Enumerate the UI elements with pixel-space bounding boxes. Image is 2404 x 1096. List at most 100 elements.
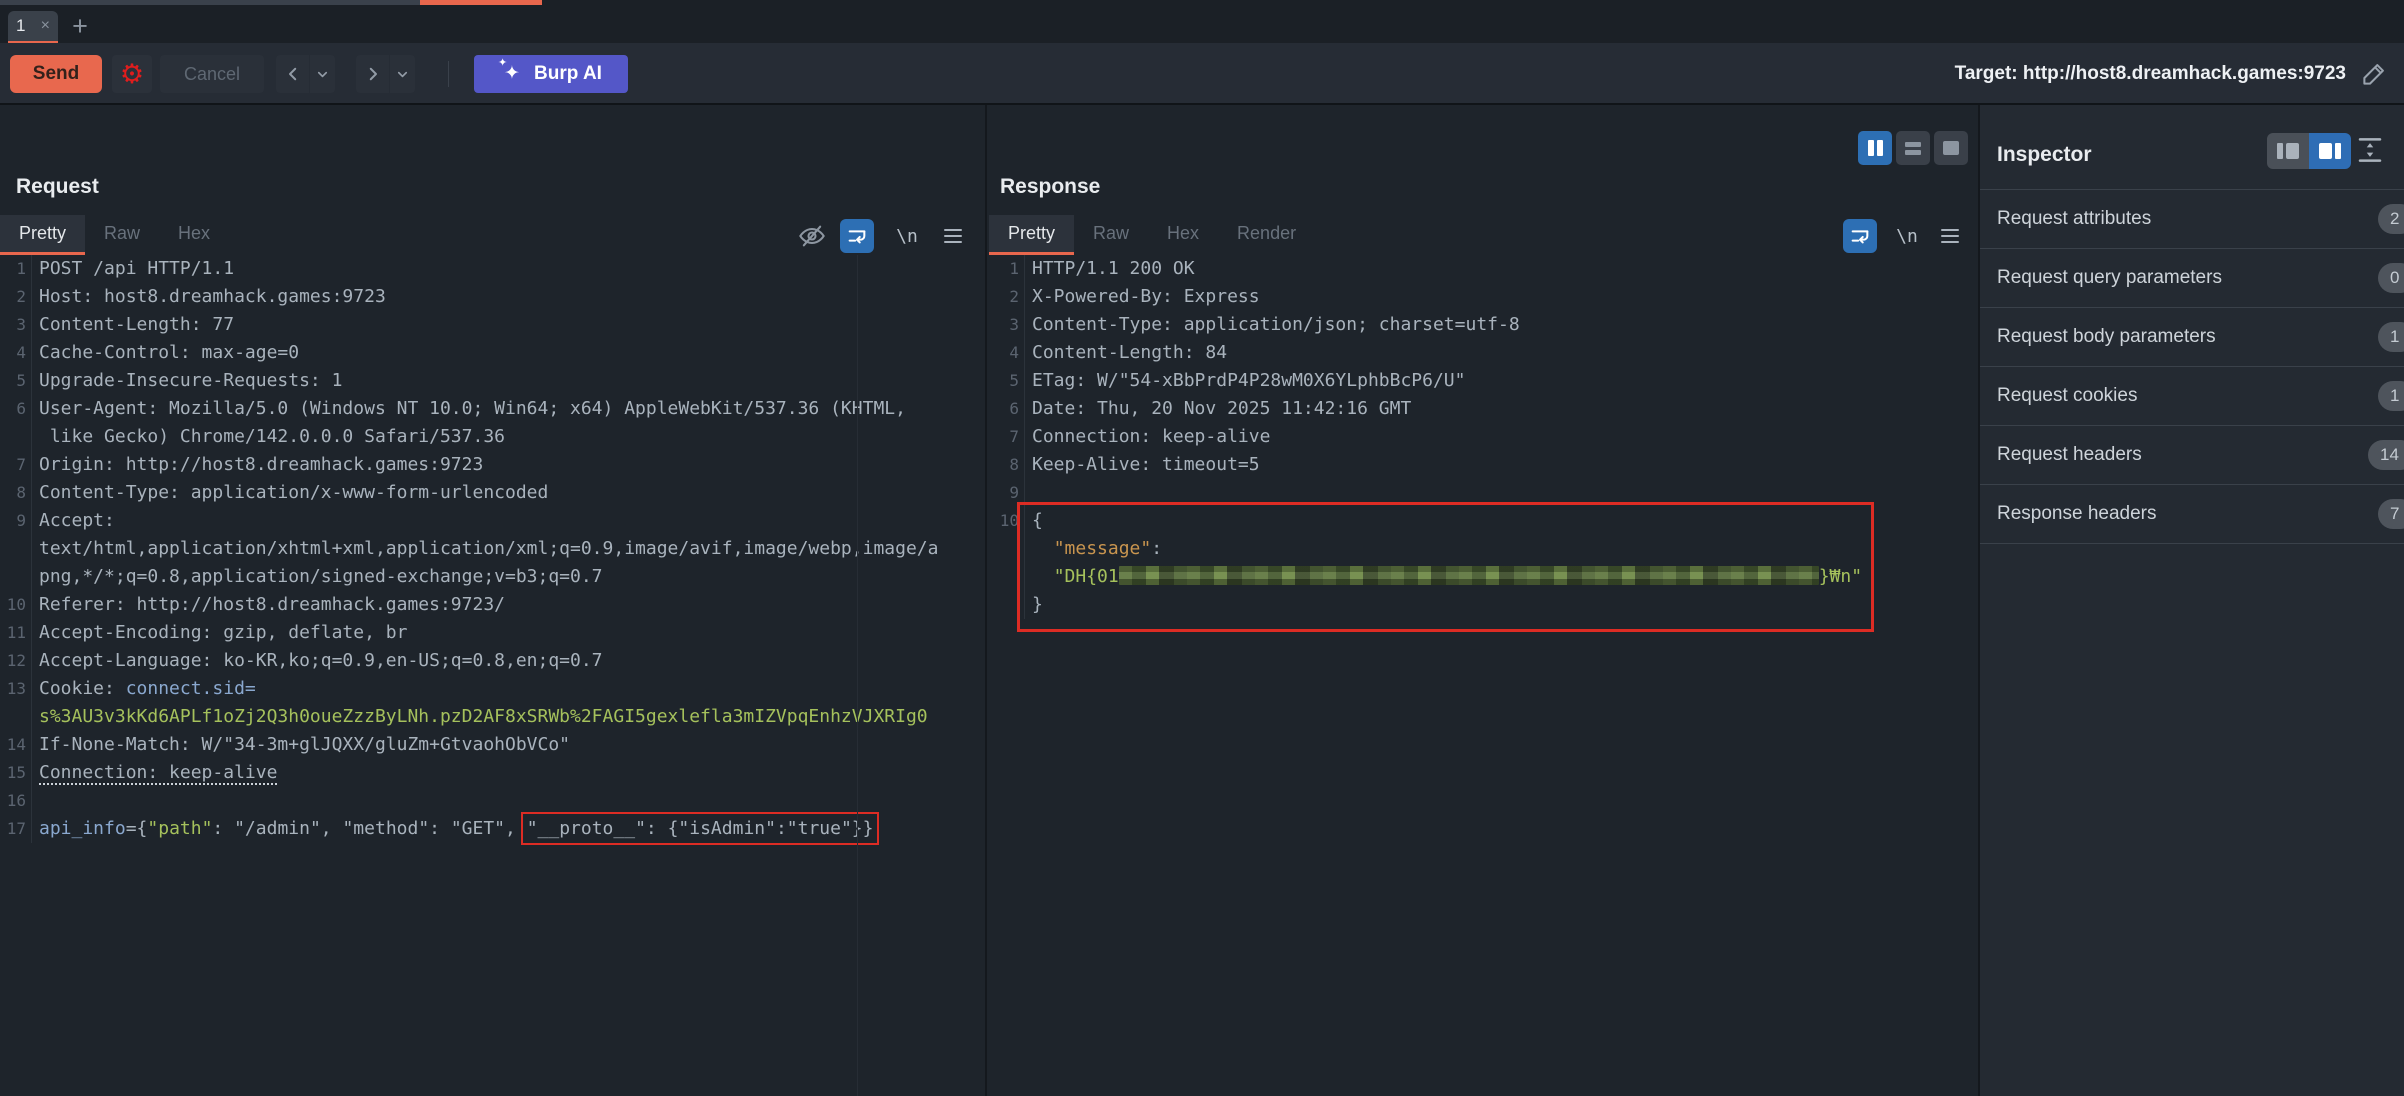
hamburger-menu-icon xyxy=(941,224,965,248)
line-number: 2 xyxy=(0,283,32,311)
tab-raw[interactable]: Raw xyxy=(1074,215,1148,255)
code-line[interactable]: 15Connection: keep-alive xyxy=(0,759,985,787)
response-editor[interactable]: 1HTTP/1.1 200 OK2X-Powered-By: Express3C… xyxy=(987,255,1978,1096)
code-line[interactable]: 6Date: Thu, 20 Nov 2025 11:42:16 GMT xyxy=(987,395,1978,423)
tab-render[interactable]: Render xyxy=(1218,215,1315,255)
code-line[interactable]: 3Content-Length: 77 xyxy=(0,311,985,339)
code-line[interactable]: 8Keep-Alive: timeout=5 xyxy=(987,451,1978,479)
code-segment: png,*/*;q=0.8,application/signed-exchang… xyxy=(39,566,603,587)
code-line[interactable]: 6User-Agent: Mozilla/5.0 (Windows NT 10.… xyxy=(0,395,985,423)
inspector-item-request-attributes[interactable]: Request attributes2 xyxy=(1980,189,2404,248)
code-line[interactable]: text/html,application/xhtml+xml,applicat… xyxy=(0,535,985,563)
code-line[interactable]: 5Upgrade-Insecure-Requests: 1 xyxy=(0,367,985,395)
inspector-item-request-query-parameters[interactable]: Request query parameters0 xyxy=(1980,248,2404,307)
line-text: "DH{01}₩n" xyxy=(1025,563,1862,591)
new-tab-button[interactable]: + xyxy=(64,11,96,41)
history-forward-button[interactable] xyxy=(356,55,389,93)
edit-target-pencil-icon[interactable] xyxy=(2361,60,2388,92)
burp-ai-label: Burp AI xyxy=(534,63,602,85)
inspector-item-request-headers[interactable]: Request headers14 xyxy=(1980,425,2404,484)
inspector-item-request-body-parameters[interactable]: Request body parameters1 xyxy=(1980,307,2404,366)
burp-ai-button[interactable]: ✦✦ Burp AI xyxy=(474,55,628,93)
line-text: api_info={"path": "/admin", "method": "G… xyxy=(32,815,873,843)
code-line[interactable]: 10{ xyxy=(987,507,1978,535)
code-line[interactable]: 8Content-Type: application/x-www-form-ur… xyxy=(0,479,985,507)
inspector-item-response-headers[interactable]: Response headers7 xyxy=(1980,484,2404,543)
code-line[interactable]: 3Content-Type: application/json; charset… xyxy=(987,311,1978,339)
show-newlines-toggle[interactable]: \n xyxy=(1890,219,1924,253)
code-segment: "path" xyxy=(147,818,212,839)
history-back-dropdown[interactable] xyxy=(310,55,335,93)
hide-request-eye-slash-icon[interactable] xyxy=(795,219,829,253)
code-segment: "message" xyxy=(1054,538,1152,559)
code-line[interactable]: 2X-Powered-By: Express xyxy=(987,283,1978,311)
tab-raw[interactable]: Raw xyxy=(85,215,159,255)
inspector-item-request-cookies[interactable]: Request cookies1 xyxy=(1980,366,2404,425)
request-editor[interactable]: 1POST /api HTTP/1.12Host: host8.dreamhac… xyxy=(0,255,985,1096)
repeater-tab-1[interactable]: 1 × xyxy=(8,11,58,44)
code-line[interactable]: 10Referer: http://host8.dreamhack.games:… xyxy=(0,591,985,619)
code-line[interactable]: 7Origin: http://host8.dreamhack.games:97… xyxy=(0,451,985,479)
code-line[interactable]: s%3AU3v3kKd6APLf1oZj2Q3h0oueZzzByLNh.pzD… xyxy=(0,703,985,731)
collapse-all-button[interactable] xyxy=(2355,135,2385,170)
inspector-docked-view-button[interactable] xyxy=(2309,133,2351,169)
settings-gear-button[interactable]: ⚙ xyxy=(112,55,152,93)
code-line[interactable]: 16 xyxy=(0,787,985,815)
code-segment xyxy=(1032,538,1054,559)
proto-pollution-highlight: "__proto__": {"isAdmin":"true"}} xyxy=(527,818,874,839)
code-line[interactable]: like Gecko) Chrome/142.0.0.0 Safari/537.… xyxy=(0,423,985,451)
line-number: 6 xyxy=(987,395,1025,423)
code-line[interactable]: 7Connection: keep-alive xyxy=(987,423,1978,451)
code-line[interactable]: 2Host: host8.dreamhack.games:9723 xyxy=(0,283,985,311)
code-line[interactable]: png,*/*;q=0.8,application/signed-exchang… xyxy=(0,563,985,591)
code-segment: connect.sid= xyxy=(126,678,256,699)
response-panel: Response PrettyRawHexRender \n 1HTTP/1.1… xyxy=(987,105,1978,1096)
code-segment: : xyxy=(1151,538,1162,559)
response-menu-button[interactable] xyxy=(1933,219,1967,253)
history-back-button[interactable] xyxy=(276,55,309,93)
code-segment: s%3AU3v3kKd6APLf1oZj2Q3h0oueZzzByLNh.pzD… xyxy=(39,706,928,727)
tab-hex[interactable]: Hex xyxy=(159,215,229,255)
code-line[interactable]: 9 xyxy=(987,479,1978,507)
cancel-button[interactable]: Cancel xyxy=(160,55,264,93)
line-text: Accept: xyxy=(32,507,126,535)
inspector-view-toggle xyxy=(2267,133,2351,169)
code-line[interactable]: 9Accept: xyxy=(0,507,985,535)
show-newlines-toggle[interactable]: \n xyxy=(890,219,924,253)
history-forward-dropdown[interactable] xyxy=(390,55,415,93)
code-line[interactable]: 4Content-Length: 84 xyxy=(987,339,1978,367)
code-segment: If-None-Match: W/"34-3m+glJQXX/gluZm+Gtv… xyxy=(39,734,570,755)
code-line[interactable]: "DH{01}₩n" xyxy=(987,563,1978,591)
inspector-pinned-view-button[interactable] xyxy=(2267,133,2309,169)
tab-pretty[interactable]: Pretty xyxy=(0,215,85,255)
line-text: like Gecko) Chrome/142.0.0.0 Safari/537.… xyxy=(32,423,505,451)
code-line[interactable]: 12Accept-Language: ko-KR,ko;q=0.9,en-US;… xyxy=(0,647,985,675)
message-editors: Request PrettyRawHex \n 1POST /api HTTP/… xyxy=(0,105,1978,1096)
request-menu-button[interactable] xyxy=(936,219,970,253)
line-text: POST /api HTTP/1.1 xyxy=(32,255,234,283)
line-text: Cookie: connect.sid= xyxy=(32,675,256,703)
line-number: 10 xyxy=(987,507,1025,535)
line-number: 7 xyxy=(987,423,1025,451)
code-line[interactable]: 1POST /api HTTP/1.1 xyxy=(0,255,985,283)
line-text: HTTP/1.1 200 OK xyxy=(1025,255,1195,283)
line-number: 1 xyxy=(0,255,32,283)
code-line[interactable]: 17api_info={"path": "/admin", "method": … xyxy=(0,815,985,843)
tab-pretty[interactable]: Pretty xyxy=(989,215,1074,255)
line-text: { xyxy=(1025,507,1043,535)
code-line[interactable]: 1HTTP/1.1 200 OK xyxy=(987,255,1978,283)
send-button[interactable]: Send xyxy=(10,55,102,93)
code-line[interactable]: 13Cookie: connect.sid= xyxy=(0,675,985,703)
code-line[interactable]: 4Cache-Control: max-age=0 xyxy=(0,339,985,367)
code-line[interactable]: 11Accept-Encoding: gzip, deflate, br xyxy=(0,619,985,647)
code-line[interactable]: 14If-None-Match: W/"34-3m+glJQXX/gluZm+G… xyxy=(0,731,985,759)
code-line[interactable]: 5ETag: W/"54-xBbPrdP4P28wM0X6YLphbBcP6/U… xyxy=(987,367,1978,395)
code-line[interactable]: } xyxy=(987,591,1978,619)
close-tab-icon[interactable]: × xyxy=(41,17,50,35)
word-wrap-toggle[interactable] xyxy=(1843,219,1877,253)
chevron-left-icon xyxy=(284,65,302,83)
line-text: Content-Type: application/x-www-form-url… xyxy=(32,479,548,507)
code-line[interactable]: "message": xyxy=(987,535,1978,563)
word-wrap-toggle[interactable] xyxy=(840,219,874,253)
tab-hex[interactable]: Hex xyxy=(1148,215,1218,255)
